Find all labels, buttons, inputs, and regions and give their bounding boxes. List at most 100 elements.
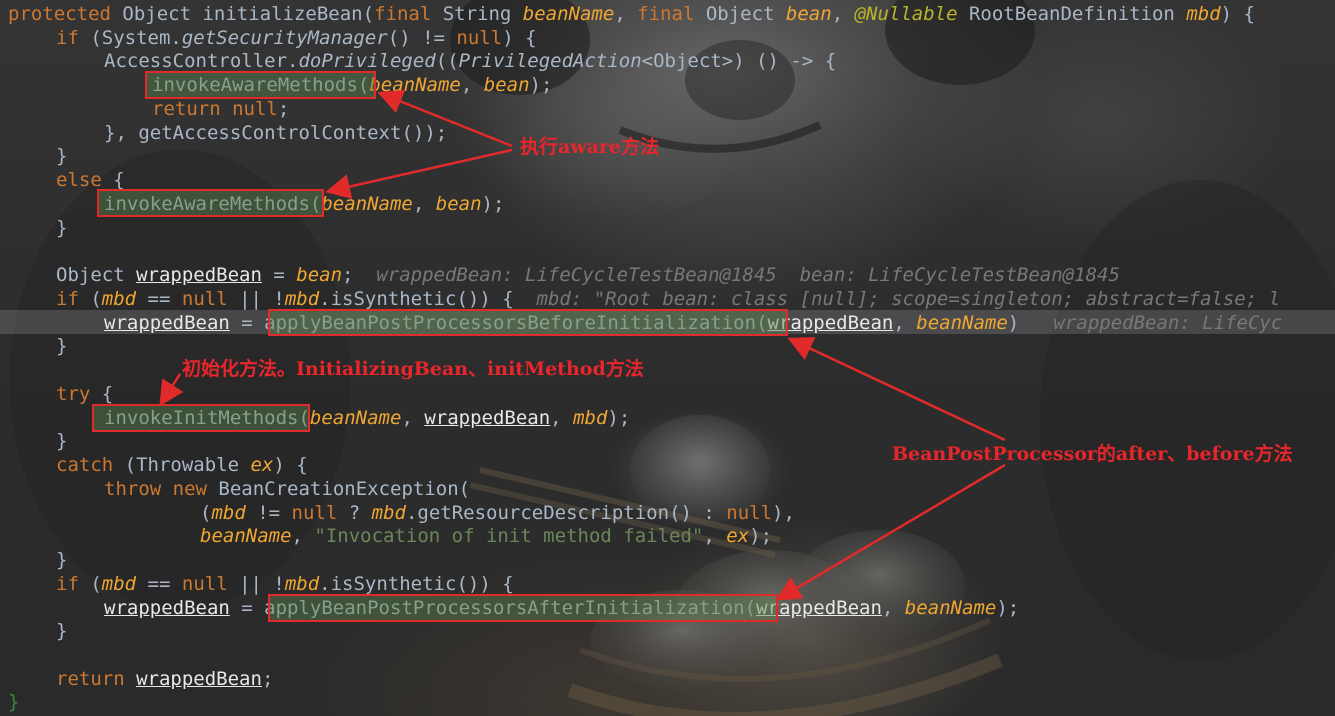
type: Object (56, 264, 137, 286)
code-line-10[interactable]: } (56, 216, 67, 240)
operator: != (245, 502, 292, 524)
param: mbd (1186, 3, 1221, 25)
punct: ( (357, 74, 370, 96)
brace: } (56, 549, 68, 571)
type: String (431, 3, 523, 25)
param: ex (250, 454, 274, 476)
code-line-11[interactable]: Object wrappedBean = bean; wrappedBean: … (56, 263, 1120, 287)
punct (125, 668, 136, 690)
type: Object (110, 3, 203, 25)
keyword: if (56, 573, 79, 595)
code-line-14[interactable]: } (56, 334, 67, 358)
operator: = (229, 597, 265, 619)
code-editor[interactable]: protected Object initializeBean(final St… (0, 0, 1335, 716)
method-call: doPrivileged (298, 50, 436, 72)
keyword: null (726, 502, 773, 524)
code-line-2[interactable]: if (System.getSecurityManager() != null)… (56, 26, 537, 50)
code-line-21[interactable]: beanName, "Invocation of init method fai… (200, 524, 772, 548)
code-line-8[interactable]: else { (56, 168, 125, 192)
punct: ()); (401, 122, 448, 144)
param: mbd (371, 502, 406, 524)
brace: } (56, 335, 68, 357)
punct: ( (78, 573, 102, 595)
debug-inline-hint: mbd: "Root bean: class [null]; scope=sin… (513, 288, 1281, 310)
param: beanName (916, 312, 1008, 334)
type: (Throwable (113, 454, 251, 476)
operator: == (136, 288, 182, 310)
param: bean (296, 264, 343, 286)
code-line-27[interactable]: } (8, 690, 19, 714)
punct: ; (342, 264, 354, 286)
code-line-17[interactable]: } (56, 429, 67, 453)
code-line-6[interactable]: }, getAccessControlContext()); (104, 121, 447, 145)
variable: wrappedBean (767, 312, 894, 334)
brace: } (56, 145, 68, 167)
operator: != (422, 27, 445, 49)
param: beanName (369, 74, 461, 96)
keyword: throw (104, 478, 162, 500)
code-line-16[interactable]: invokeInitMethods(beanName, wrappedBean,… (104, 406, 630, 430)
code-line-20[interactable]: (mbd != null ? mbd.getResourceDescriptio… (200, 501, 795, 525)
punct: ); (749, 525, 773, 547)
brace: } (56, 217, 68, 239)
code-line-12[interactable]: if (mbd == null || !mbd.isSynthetic()) {… (56, 287, 1280, 311)
method-call: getSecurityManager (181, 27, 388, 49)
code-line-19[interactable]: throw new BeanCreationException( (104, 477, 470, 501)
annotation-aware: 执行aware方法 (520, 136, 660, 158)
code-line-1[interactable]: protected Object initializeBean(final St… (8, 2, 1255, 26)
param: beanName (200, 525, 292, 547)
punct: , (460, 74, 484, 96)
param: ex (726, 525, 750, 547)
punct: , (401, 407, 425, 429)
arrow-aware-2 (325, 148, 513, 199)
punct: ; (261, 668, 274, 690)
keyword: null (181, 573, 228, 595)
punct: ) { (502, 27, 537, 49)
punct: ); (607, 407, 631, 429)
punct: ) { (273, 454, 308, 476)
punct: () (387, 27, 423, 49)
punct: ( (200, 502, 212, 524)
keyword: if (56, 288, 79, 310)
operator: = (229, 312, 265, 334)
keyword: final (374, 3, 432, 25)
punct: , (412, 193, 436, 215)
variable: wrappedBean (104, 312, 230, 334)
code-line-22[interactable]: } (56, 548, 67, 572)
param: mbd (573, 407, 608, 429)
operator: ? (337, 502, 372, 524)
code-line-15[interactable]: try { (56, 382, 113, 406)
operator: || ! (227, 288, 285, 310)
code-line-24[interactable]: wrappedBean = applyBeanPostProcessorsAft… (104, 596, 1019, 620)
punct: (( (435, 50, 459, 72)
punct: , (614, 3, 638, 25)
code-line-18[interactable]: catch (Throwable ex) { (56, 453, 308, 477)
punct: , (550, 407, 574, 429)
code-line-9[interactable]: invokeAwareMethods(beanName, bean); (104, 192, 504, 216)
punct: ), (772, 502, 795, 524)
punct: , (881, 597, 905, 619)
keyword: null (181, 288, 228, 310)
method-call: .isSynthetic()) { (319, 288, 514, 310)
method-call: .getResourceDescription() : (405, 502, 727, 524)
code-line-23[interactable]: if (mbd == null || !mbd.isSynthetic()) { (56, 572, 514, 596)
punct: ; (277, 98, 290, 120)
code-line-26[interactable]: return wrappedBean; (56, 667, 273, 691)
keyword: null (291, 502, 338, 524)
method-call: invokeInitMethods (104, 407, 299, 429)
punct (221, 98, 232, 120)
punct: ) () -> { (733, 50, 837, 72)
code-line-13[interactable]: wrappedBean = applyBeanPostProcessorsBef… (104, 311, 1282, 335)
punct: (System. (78, 27, 182, 49)
code-line-25[interactable]: } (56, 619, 67, 643)
punct: { (90, 383, 114, 405)
operator: == (136, 573, 182, 595)
code-line-4[interactable]: invokeAwareMethods(beanName, bean); (152, 73, 552, 97)
code-line-3[interactable]: AccessController.doPrivileged((Privilege… (104, 49, 836, 73)
debug-inline-hint: wrappedBean: LifeCyc (1019, 312, 1283, 334)
punct (161, 478, 172, 500)
keyword: return (152, 98, 221, 120)
code-line-7[interactable]: } (56, 144, 67, 168)
code-line-5[interactable]: return null; (152, 97, 289, 121)
param: bean (785, 3, 832, 25)
